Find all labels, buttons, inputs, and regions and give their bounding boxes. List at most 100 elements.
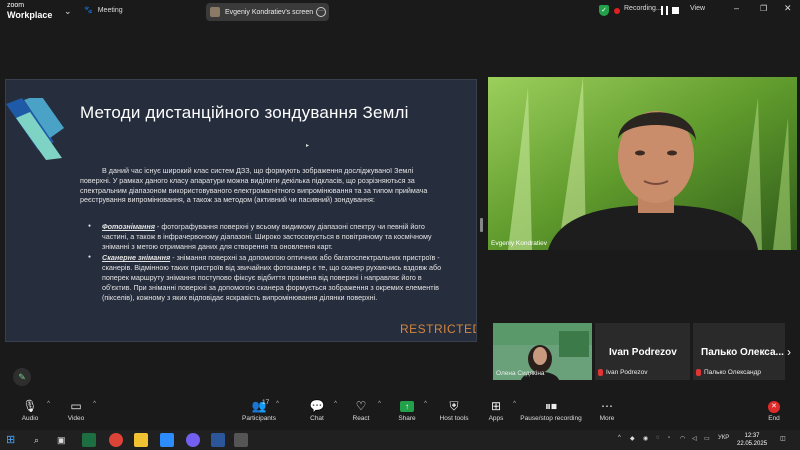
windows-taskbar: ⊞ ⌕ ▣ ^ ◆ ◉ ◌ ▫ ◠ ◁ ▭ УКР 12:37 22.05.20… <box>0 430 800 450</box>
recording-label: Recording... <box>624 5 662 12</box>
annotate-pencil-icon[interactable]: ✎ <box>13 368 31 386</box>
battery-icon[interactable]: ▭ <box>704 435 710 442</box>
more-button[interactable]: ⋯ More <box>577 398 637 422</box>
end-button[interactable]: ✕ End <box>744 398 800 422</box>
chrome-icon[interactable] <box>109 433 123 447</box>
more-label: More <box>599 415 615 422</box>
participant-name: Олена Сидякіна <box>496 370 545 377</box>
sharer-avatar <box>210 7 220 17</box>
excel-icon[interactable] <box>82 433 96 447</box>
chevron-up-icon[interactable]: ^ <box>93 401 96 407</box>
zoom-logo-line2: Workplace <box>7 10 53 20</box>
tray-app-icon[interactable]: ◉ <box>643 435 648 442</box>
chevron-up-icon[interactable]: ^ <box>276 401 279 407</box>
tray-chevron-icon[interactable]: ^ <box>618 435 621 441</box>
pause-recording-icon[interactable] <box>661 6 668 15</box>
participant-name: Ivan Podrezov <box>606 369 648 376</box>
microphone-icon: 🎙 <box>22 399 38 413</box>
participant-name: Палько Олександр <box>704 369 761 376</box>
notifications-icon[interactable]: ◫ <box>780 435 786 442</box>
slide-decoration <box>6 98 64 160</box>
minimize-icon[interactable]: – <box>734 3 739 13</box>
end-label: End <box>768 415 780 422</box>
muted-mic-icon <box>598 369 603 376</box>
share-screen-icon: ↑ <box>400 401 414 412</box>
more-icon: ⋯ <box>601 399 613 413</box>
participant-name-row: Ivan Podrezov <box>598 369 648 376</box>
bullet-term: Сканерне знімання <box>102 253 171 263</box>
zoom-logo: zoom Workplace <box>7 2 52 20</box>
shield-icon: ⛨ <box>449 399 459 413</box>
react-label: React <box>352 415 370 422</box>
clock-date: 22.05.2025 <box>737 441 768 447</box>
system-clock[interactable]: 12:37 22.05.2025 <box>737 432 767 448</box>
screen-share-pill[interactable]: Evgeniy Kondratiev's screen ··· <box>206 3 329 21</box>
viber-icon[interactable] <box>186 433 200 447</box>
participant-tile[interactable]: Палько Олекса... Палько Олександр <box>693 323 785 380</box>
slide-paragraph: В даний час існує широкий клас систем ДЗ… <box>80 166 428 205</box>
participant-big-name: Ivan Podrezov <box>609 347 677 358</box>
tray-app-icon[interactable]: ◆ <box>630 435 635 442</box>
end-call-icon: ✕ <box>768 401 780 413</box>
slide-title: Методи дистанційного зондування Землі <box>80 103 409 122</box>
audio-label: Audio <box>21 415 39 422</box>
apps-label: Apps <box>488 415 504 422</box>
wifi-icon[interactable]: ◠ <box>680 435 685 442</box>
zoom-logo-line1: zoom <box>7 2 25 9</box>
file-explorer-icon[interactable] <box>134 433 148 447</box>
resize-handle[interactable] <box>480 218 483 232</box>
paw-icon: 🐾 <box>84 7 93 14</box>
speaker-video-image <box>488 77 797 250</box>
meeting-label: Meeting <box>97 6 123 14</box>
participant-tile[interactable]: Ivan Podrezov Ivan Podrezov <box>595 323 690 380</box>
heart-icon: ♡ <box>355 399 367 413</box>
close-icon[interactable]: ✕ <box>784 3 792 14</box>
clock-time: 12:37 <box>744 433 760 439</box>
apps-icon: ⊞ <box>490 399 502 413</box>
pause-stop-label: Pause/stop recording <box>520 415 582 422</box>
view-button[interactable]: View <box>690 5 705 12</box>
chevron-right-icon[interactable]: › <box>787 345 791 359</box>
shared-screen[interactable]: Методи дистанційного зондування Землі ▸ … <box>5 79 477 342</box>
chat-icon: 💬 <box>309 399 325 413</box>
share-label: Share <box>398 415 416 422</box>
bullet-term: Фотознімання <box>102 222 155 231</box>
zoom-app-icon[interactable] <box>160 433 174 447</box>
list-item: Сканерне знімання - знімання поверхні за… <box>88 253 448 302</box>
participants-button[interactable]: 👥 17 Participants ^ <box>229 398 289 422</box>
speaker-name-label: Evgeniy Kondratiev <box>491 240 548 247</box>
meeting-toolbar: 🎙 Audio ^ ▭ Video ^ 👥 17 Participants ^ … <box>0 398 800 430</box>
search-icon[interactable]: ⌕ <box>34 433 48 447</box>
app-icon[interactable] <box>234 433 248 447</box>
meeting-info-button[interactable]: 🐾 Meeting <box>84 6 123 15</box>
restore-icon[interactable]: ❐ <box>760 4 767 13</box>
recording-dot-icon <box>614 8 620 14</box>
participant-name-row: Палько Олександр <box>696 369 761 376</box>
cursor-icon: ▸ <box>306 143 310 149</box>
pause-stop-icon: ⏸⏹ <box>544 399 557 413</box>
video-button[interactable]: ▭ Video ^ <box>46 398 106 422</box>
stop-recording-icon[interactable] <box>672 7 679 14</box>
video-camera-icon: ▭ <box>70 399 82 413</box>
chat-label: Chat <box>310 415 324 422</box>
windows-start-icon[interactable]: ⊞ <box>6 433 20 447</box>
more-icon[interactable]: ··· <box>316 7 326 17</box>
language-indicator[interactable]: УКР <box>718 435 729 441</box>
host-tools-label: Host tools <box>439 415 469 422</box>
top-bar: zoom Workplace ⌄ 🐾 Meeting Evgeniy Kondr… <box>0 0 800 24</box>
participant-tile[interactable]: Олена Сидякіна <box>493 323 592 380</box>
participant-big-name: Палько Олекса... <box>701 347 784 358</box>
muted-mic-icon <box>696 369 701 376</box>
viber-tray-icon[interactable]: ◌ <box>656 435 660 441</box>
video-label: Video <box>67 415 85 422</box>
list-item: Фотознімання - фотографування поверхні у… <box>88 222 448 251</box>
speaker-video[interactable] <box>488 77 797 250</box>
chevron-down-icon[interactable]: ⌄ <box>64 6 72 17</box>
speaker-icon[interactable]: ◁ <box>692 435 697 442</box>
word-icon[interactable] <box>211 433 225 447</box>
security-shield-icon[interactable]: ✓ <box>599 5 609 16</box>
task-view-icon[interactable]: ▣ <box>57 433 71 447</box>
camera-tray-icon[interactable]: ▫ <box>668 435 670 441</box>
restricted-label: RESTRICTED <box>400 322 477 336</box>
participants-count: 17 <box>262 399 270 406</box>
